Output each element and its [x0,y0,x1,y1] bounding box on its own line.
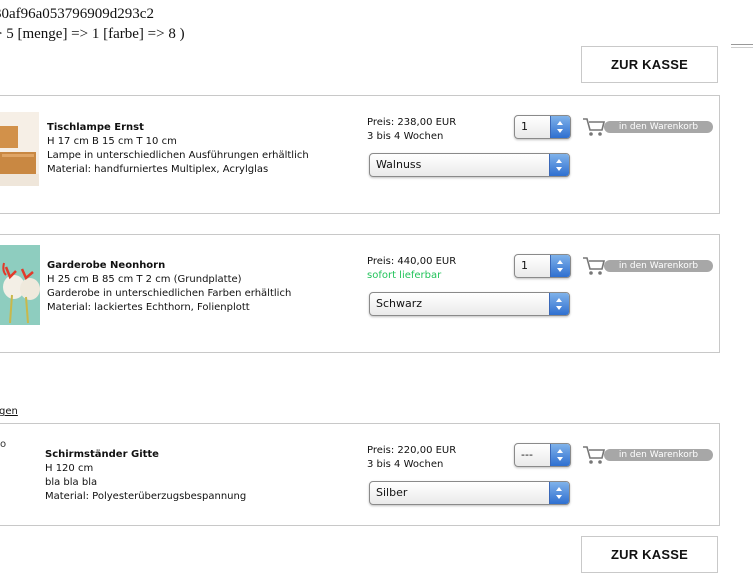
add-to-cart-label: in den Warenkorb [604,121,713,133]
product-name[interactable]: Tischlampe Ernst [47,121,309,135]
product-price: Preis: 220,00 EUR [367,445,457,456]
product-dimensions: H 17 cm B 15 cm T 10 cm [47,136,177,147]
product-card-garderobe: Garderobe Neonhorn H 25 cm B 85 cm T 2 c… [0,234,720,353]
select-arrows-icon [550,116,570,138]
select-arrows-icon [549,154,569,176]
add-to-cart-label: in den Warenkorb [604,260,713,272]
checkout-button-top[interactable]: ZUR KASSE [581,46,718,83]
price-block: Preis: 220,00 EUR 3 bis 4 Wochen [367,444,456,472]
product-info: Tischlampe Ernst H 17 cm B 15 cm T 10 cm… [47,121,309,177]
select-arrows-icon [549,293,569,315]
variant-value: Silber [376,486,408,499]
product-description: Lampe in unterschiedlichen Ausführungen … [47,150,309,161]
select-arrows-icon [549,482,569,504]
price-block: Preis: 440,00 EUR sofort lieferbar [367,255,456,283]
quantity-select[interactable]: 1 [514,254,571,278]
product-name[interactable]: Garderobe Neonhorn [47,259,291,273]
select-arrows-icon [550,255,570,277]
cropped-text-fragment: o [0,439,7,450]
product-name[interactable]: Schirmständer Gitte [45,448,246,462]
product-card-tischlampe: Tischlampe Ernst H 17 cm B 15 cm T 10 cm… [0,95,720,214]
availability-status: sofort lieferbar [367,270,442,281]
delivery-time: 3 bis 4 Wochen [367,459,444,470]
shopping-cart-icon [583,257,606,275]
product-image-lamp[interactable] [0,112,39,186]
product-material: Material: handfurniertes Multiplex, Acry… [47,164,269,175]
delivery-time: 3 bis 4 Wochen [367,131,444,142]
variant-select[interactable]: Schwarz [369,292,570,316]
edge-divider [731,44,753,45]
quantity-select[interactable]: 1 [514,115,571,139]
add-to-cart-label: in den Warenkorb [604,449,713,461]
price-block: Preis: 238,00 EUR 3 bis 4 Wochen [367,116,456,144]
select-arrows-icon [550,444,570,466]
product-material: Material: Polyesterüberzugsbespannung [45,491,247,502]
add-to-cart-button[interactable]: in den Warenkorb [582,117,714,137]
add-to-cart-button[interactable]: in den Warenkorb [582,445,714,465]
shopping-cart-icon [583,446,606,464]
product-description: Garderobe in unterschiedlichen Farben er… [47,288,292,299]
product-card-schirmstaender: o Schirmständer Gitte H 120 cm bla bla b… [0,423,720,526]
product-dimensions: H 120 cm [45,463,94,474]
debug-output-line-1: 30af96a053796909d293c2 [0,6,154,22]
variant-value: Walnuss [376,158,422,171]
variant-select[interactable]: Silber [369,481,570,505]
quantity-value: 1 [521,259,528,272]
product-material: Material: lackiertes Echthorn, Folienplo… [47,302,250,313]
shopping-cart-icon [583,118,606,136]
product-dimensions: H 25 cm B 85 cm T 2 cm (Grundplatte) [47,274,242,285]
edge-divider-2 [731,47,753,48]
add-to-cart-button[interactable]: in den Warenkorb [582,256,714,276]
checkout-button-bottom[interactable]: ZUR KASSE [581,536,718,573]
product-info: Schirmständer Gitte H 120 cm bla bla bla… [45,448,246,504]
variant-select[interactable]: Walnuss [369,153,570,177]
debug-output-line-2: > 5 [menge] => 1 [farbe] => 8 ) [0,26,185,42]
quantity-value: --- [521,448,533,461]
product-description: bla bla bla [45,477,98,488]
product-price: Preis: 440,00 EUR [367,256,457,267]
product-info: Garderobe Neonhorn H 25 cm B 85 cm T 2 c… [47,259,291,315]
partial-link[interactable]: gen [0,406,18,417]
product-price: Preis: 238,00 EUR [367,117,457,128]
quantity-select[interactable]: --- [514,443,571,467]
product-image-garderobe[interactable] [0,245,40,325]
quantity-value: 1 [521,120,528,133]
variant-value: Schwarz [376,297,423,310]
